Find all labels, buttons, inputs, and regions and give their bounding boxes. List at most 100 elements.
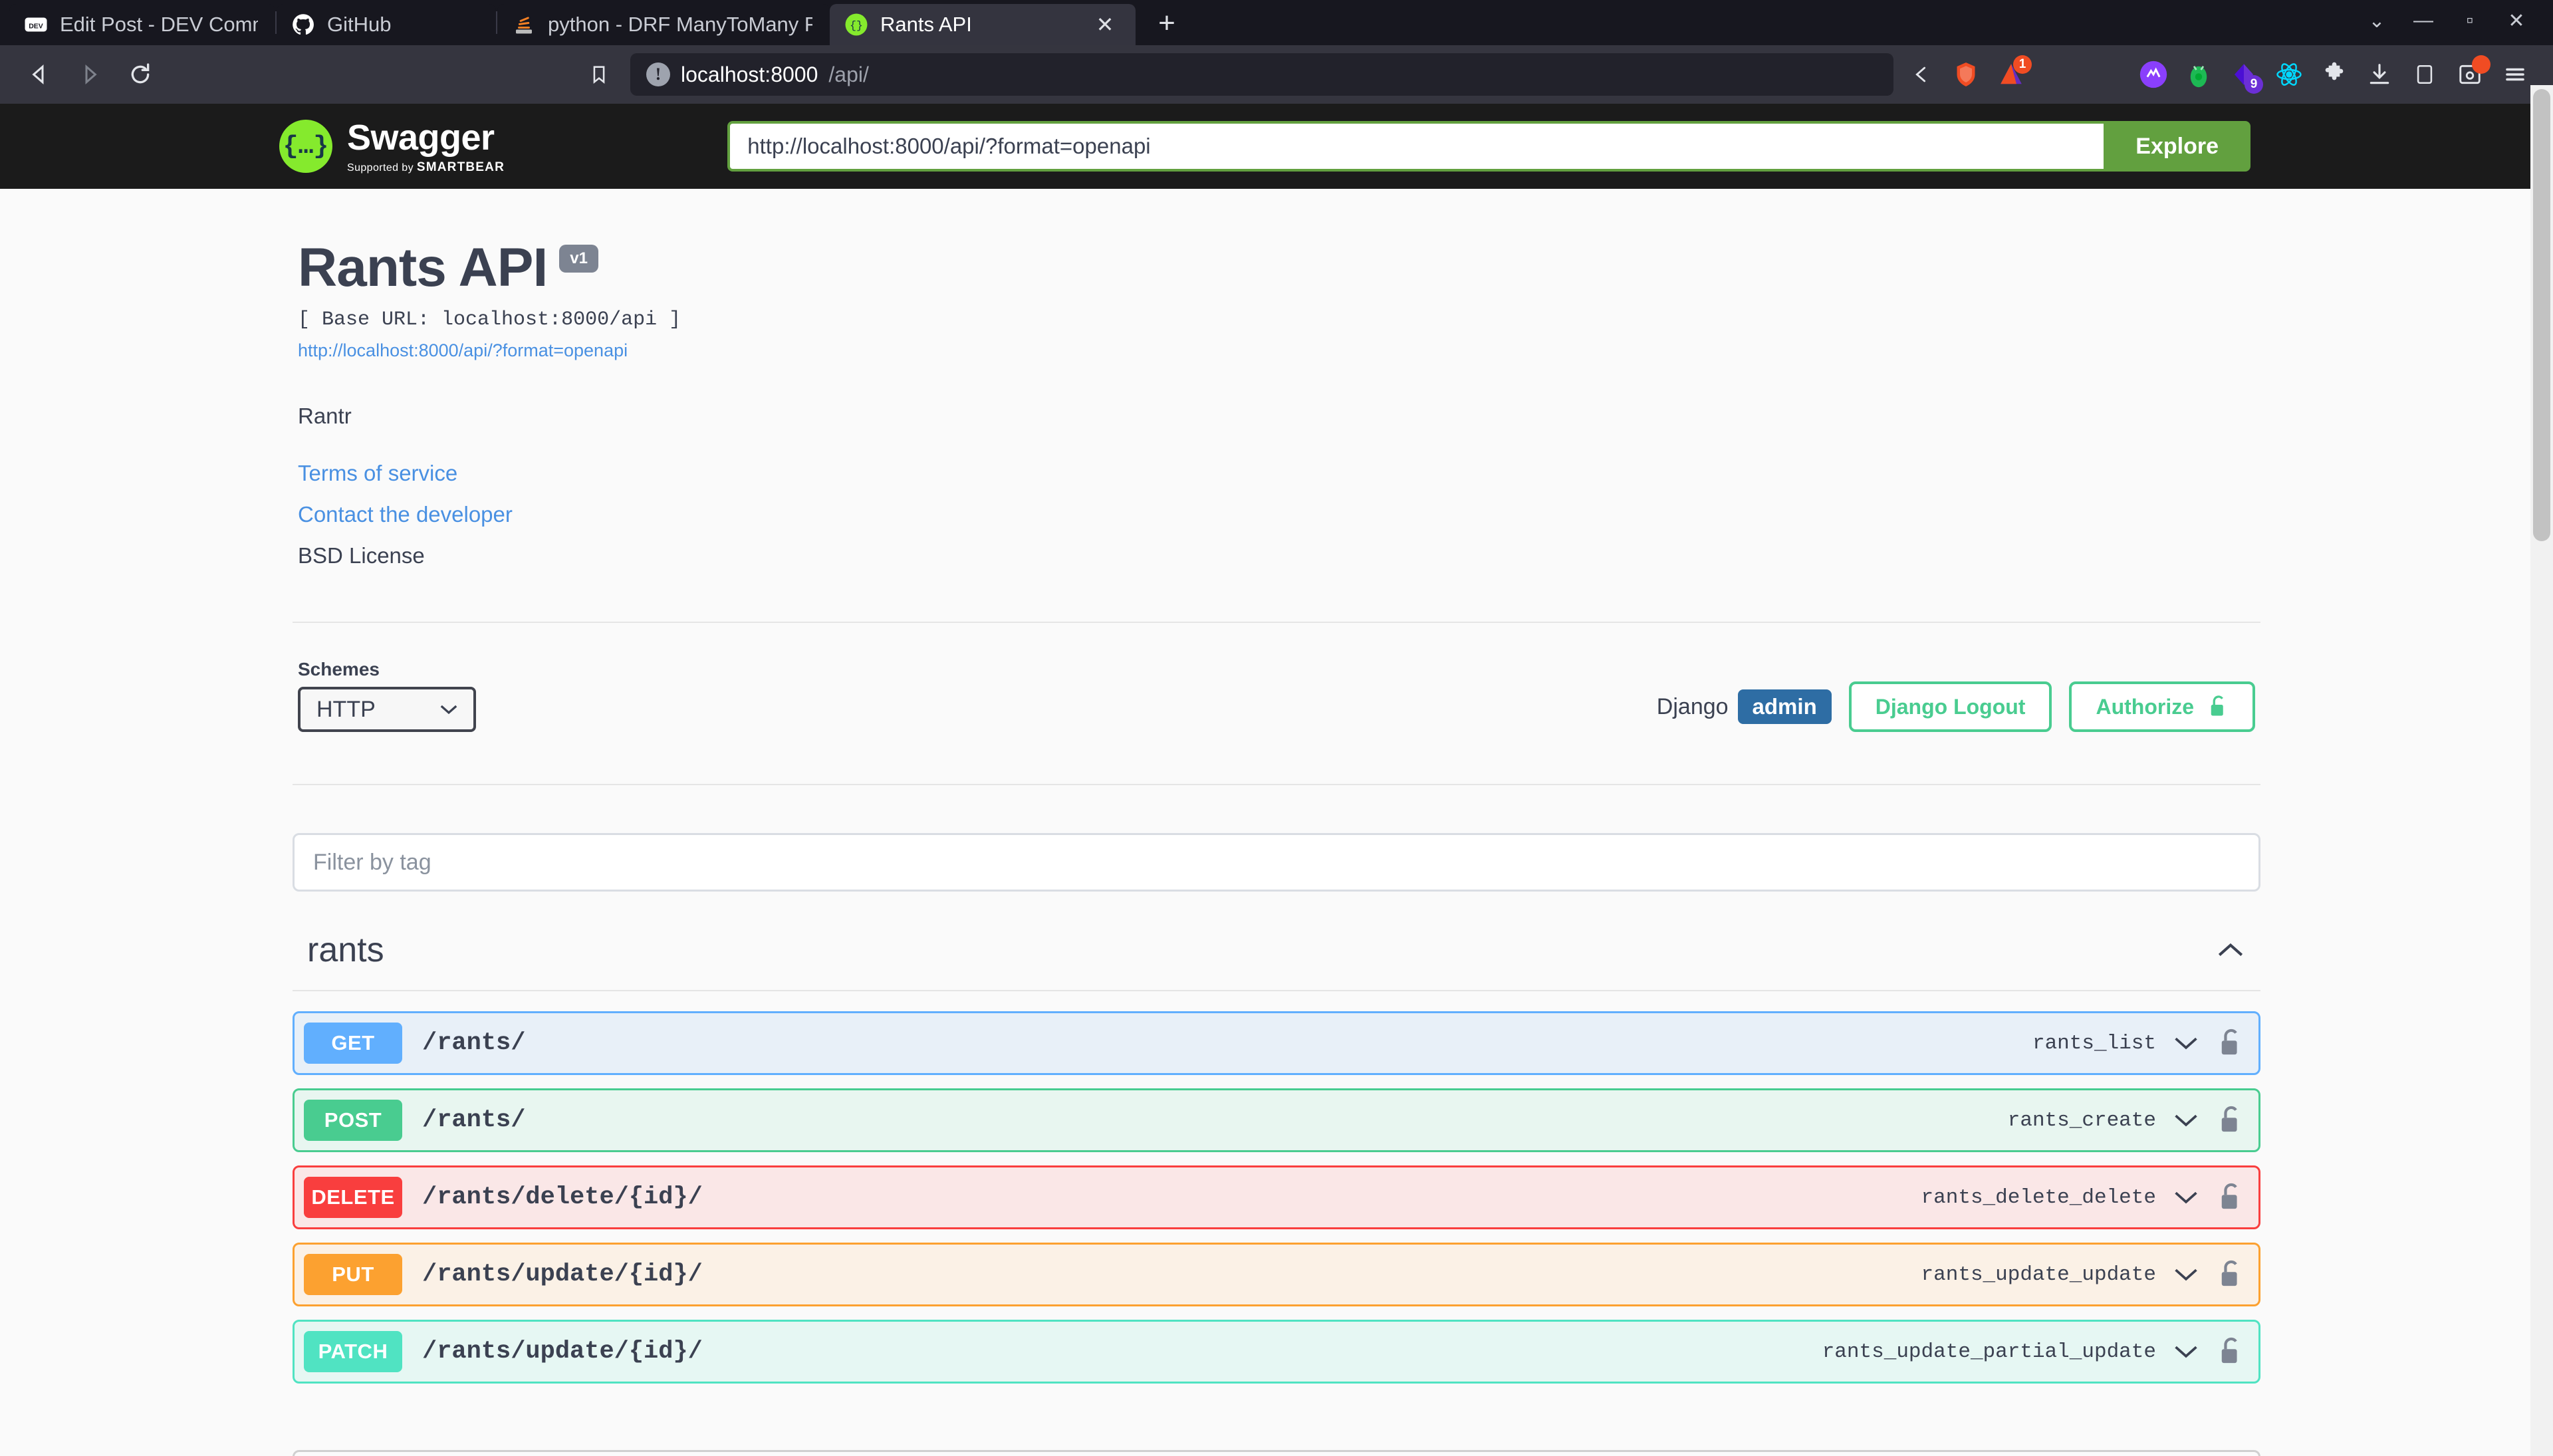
chevron-down-icon[interactable] bbox=[2172, 1189, 2200, 1205]
version-badge: v1 bbox=[559, 245, 598, 273]
profile-badge bbox=[2472, 55, 2491, 74]
tag-header[interactable]: rants bbox=[293, 930, 2260, 991]
bookmark-icon[interactable] bbox=[577, 53, 621, 96]
swagger-container: Rants API v1 [ Base URL: localhost:8000/… bbox=[293, 189, 2260, 1456]
tag-section-rants: rants GET /rants/ rants_list POST /rants… bbox=[293, 930, 2260, 1384]
unlocked-padlock-icon[interactable] bbox=[2219, 1028, 2244, 1058]
chevron-down-icon[interactable] bbox=[2172, 1267, 2200, 1282]
address-bar[interactable]: ! localhost:8000/api/ bbox=[630, 53, 1893, 96]
models-header[interactable]: Models bbox=[295, 1452, 2258, 1456]
site-info-icon[interactable]: ! bbox=[646, 62, 670, 86]
operation-path: /rants/ bbox=[422, 1029, 526, 1057]
menu-icon[interactable] bbox=[2494, 54, 2536, 95]
chevron-down-icon[interactable] bbox=[2172, 1035, 2200, 1051]
explore-button[interactable]: Explore bbox=[2104, 121, 2250, 172]
maximize-button[interactable]: ▫ bbox=[2449, 3, 2491, 39]
svg-text:{}: {} bbox=[850, 19, 863, 32]
tab-title: GitHub bbox=[327, 13, 392, 36]
extensions-puzzle-icon[interactable] bbox=[2314, 54, 2355, 95]
operation-id: rants_update_update bbox=[1921, 1263, 2156, 1286]
schemes-select[interactable]: HTTP bbox=[298, 687, 476, 732]
django-logout-button[interactable]: Django Logout bbox=[1848, 681, 2052, 732]
swagger-supported-by: Supported by SMARTBEAR bbox=[347, 160, 505, 174]
authorize-button[interactable]: Authorize bbox=[2069, 681, 2255, 732]
license-text: BSD License bbox=[298, 543, 425, 568]
operation-row-rants-list[interactable]: GET /rants/ rants_list bbox=[293, 1011, 2260, 1075]
brave-shields-icon[interactable] bbox=[1945, 54, 1987, 95]
minimize-button[interactable]: — bbox=[2403, 3, 2444, 39]
tab-list-button[interactable]: ⌄ bbox=[2356, 3, 2397, 39]
http-method-badge: PUT bbox=[304, 1254, 402, 1295]
operation-row-rants-delete[interactable]: DELETE /rants/delete/{id}/ rants_delete_… bbox=[293, 1165, 2260, 1229]
downloads-icon[interactable] bbox=[2359, 54, 2400, 95]
extension-green-icon[interactable] bbox=[2178, 54, 2219, 95]
swagger-logo[interactable]: {…} Swagger Supported by SMARTBEAR bbox=[279, 120, 505, 174]
close-tab-icon[interactable]: ✕ bbox=[1092, 11, 1118, 38]
username-badge: admin bbox=[1737, 689, 1832, 724]
unlocked-padlock-icon bbox=[2211, 695, 2223, 716]
github-icon bbox=[293, 14, 314, 35]
terms-of-service-link[interactable]: Terms of service bbox=[298, 461, 2260, 486]
schemes-selected-value: HTTP bbox=[316, 696, 376, 722]
unlocked-padlock-icon[interactable] bbox=[2219, 1182, 2244, 1213]
extension-diamond-icon[interactable]: 9 bbox=[2223, 54, 2264, 95]
stackoverflow-icon bbox=[516, 17, 532, 34]
extension-purple-icon[interactable] bbox=[2133, 54, 2174, 95]
operation-row-rants-create[interactable]: POST /rants/ rants_create bbox=[293, 1088, 2260, 1152]
django-label: Django bbox=[1656, 693, 1729, 719]
operation-id: rants_create bbox=[2007, 1108, 2156, 1132]
scheme-and-auth-row: Schemes HTTP Django admin Django Logout … bbox=[293, 623, 2260, 732]
back-icon[interactable] bbox=[17, 53, 61, 96]
swagger-wordmark: Swagger bbox=[347, 117, 495, 158]
auth-controls: Django admin Django Logout Authorize bbox=[1657, 681, 2255, 732]
operation-id: rants_delete_delete bbox=[1921, 1185, 2156, 1209]
brave-rewards-icon[interactable]: 1 bbox=[1991, 54, 2032, 95]
react-devtools-icon[interactable] bbox=[2268, 54, 2310, 95]
http-method-badge: PATCH bbox=[304, 1331, 402, 1372]
operations-list: GET /rants/ rants_list POST /rants/ rant… bbox=[293, 991, 2260, 1384]
browser-tab-github[interactable]: GitHub bbox=[277, 4, 496, 45]
unlocked-padlock-icon[interactable] bbox=[2219, 1259, 2244, 1290]
tab-title: python - DRF ManyToMany Fie bbox=[548, 13, 812, 36]
smartbear-brand: SMARTBEAR bbox=[416, 160, 505, 174]
operation-row-rants-update[interactable]: PUT /rants/update/{id}/ rants_update_upd… bbox=[293, 1243, 2260, 1306]
api-info-links: Terms of service Contact the developer bbox=[298, 461, 2260, 527]
new-tab-button[interactable]: + bbox=[1148, 4, 1186, 43]
share-icon[interactable] bbox=[1900, 54, 1941, 95]
chevron-up-icon[interactable] bbox=[2215, 941, 2246, 959]
swagger-icon: {} bbox=[845, 13, 868, 36]
browser-tab-dev-community[interactable]: DEV Edit Post - DEV Community bbox=[9, 4, 275, 45]
url-host: localhost:8000 bbox=[681, 62, 818, 86]
filter-by-tag-input[interactable] bbox=[293, 833, 2260, 892]
swagger-logo-icon: {…} bbox=[279, 120, 332, 173]
filter-block bbox=[293, 785, 2260, 892]
api-description: Rantr bbox=[298, 404, 352, 428]
profile-icon[interactable] bbox=[2449, 54, 2491, 95]
browser-tab-rants-api[interactable]: {} Rants API ✕ bbox=[830, 4, 1136, 45]
operation-id: rants_list bbox=[2032, 1031, 2156, 1055]
tab-strip: DEV Edit Post - DEV Community GitHub pyt… bbox=[0, 0, 2553, 45]
forward-icon[interactable] bbox=[68, 53, 112, 96]
operation-path: /rants/ bbox=[422, 1106, 526, 1134]
sidebar-icon[interactable] bbox=[2404, 54, 2445, 95]
chevron-down-icon[interactable] bbox=[2172, 1112, 2200, 1128]
unlocked-padlock-icon[interactable] bbox=[2219, 1336, 2244, 1367]
chevron-down-icon[interactable] bbox=[2172, 1344, 2200, 1360]
page-scrollbar[interactable] bbox=[2530, 85, 2553, 1456]
dev-icon: DEV bbox=[25, 17, 47, 32]
reload-icon[interactable] bbox=[118, 53, 162, 96]
spec-url-link[interactable]: http://localhost:8000/api/?format=openap… bbox=[298, 340, 628, 361]
http-method-badge: POST bbox=[304, 1100, 402, 1141]
rewards-badge: 1 bbox=[2013, 55, 2032, 74]
close-window-button[interactable]: ✕ bbox=[2496, 3, 2537, 39]
django-user-label: Django admin bbox=[1657, 689, 1832, 724]
browser-tab-stackoverflow[interactable]: python - DRF ManyToMany Fie bbox=[497, 4, 830, 45]
scrollbar-thumb[interactable] bbox=[2533, 89, 2550, 541]
svg-text:DEV: DEV bbox=[29, 22, 43, 30]
contact-developer-link[interactable]: Contact the developer bbox=[298, 502, 2260, 527]
models-section: Models bbox=[293, 1450, 2260, 1456]
unlocked-padlock-icon[interactable] bbox=[2219, 1105, 2244, 1136]
spec-url-input[interactable] bbox=[727, 121, 2104, 172]
operation-row-rants-partial-update[interactable]: PATCH /rants/update/{id}/ rants_update_p… bbox=[293, 1320, 2260, 1384]
django-logout-label: Django Logout bbox=[1875, 694, 2026, 719]
